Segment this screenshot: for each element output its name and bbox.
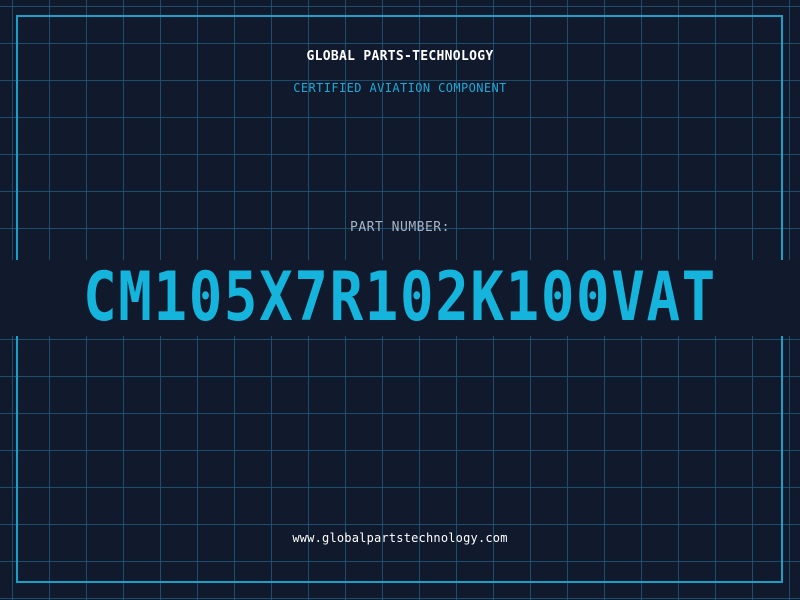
website-url: www.globalpartstechnology.com [292,531,508,545]
part-number-band: CM105X7R102K100VAT [0,260,800,336]
part-number-value: CM105X7R102K100VAT [83,260,717,336]
certification-subtitle: CERTIFIED AVIATION COMPONENT [293,81,507,95]
company-name: GLOBAL PARTS-TECHNOLOGY [306,49,494,64]
part-number-label: PART NUMBER: [350,220,450,235]
